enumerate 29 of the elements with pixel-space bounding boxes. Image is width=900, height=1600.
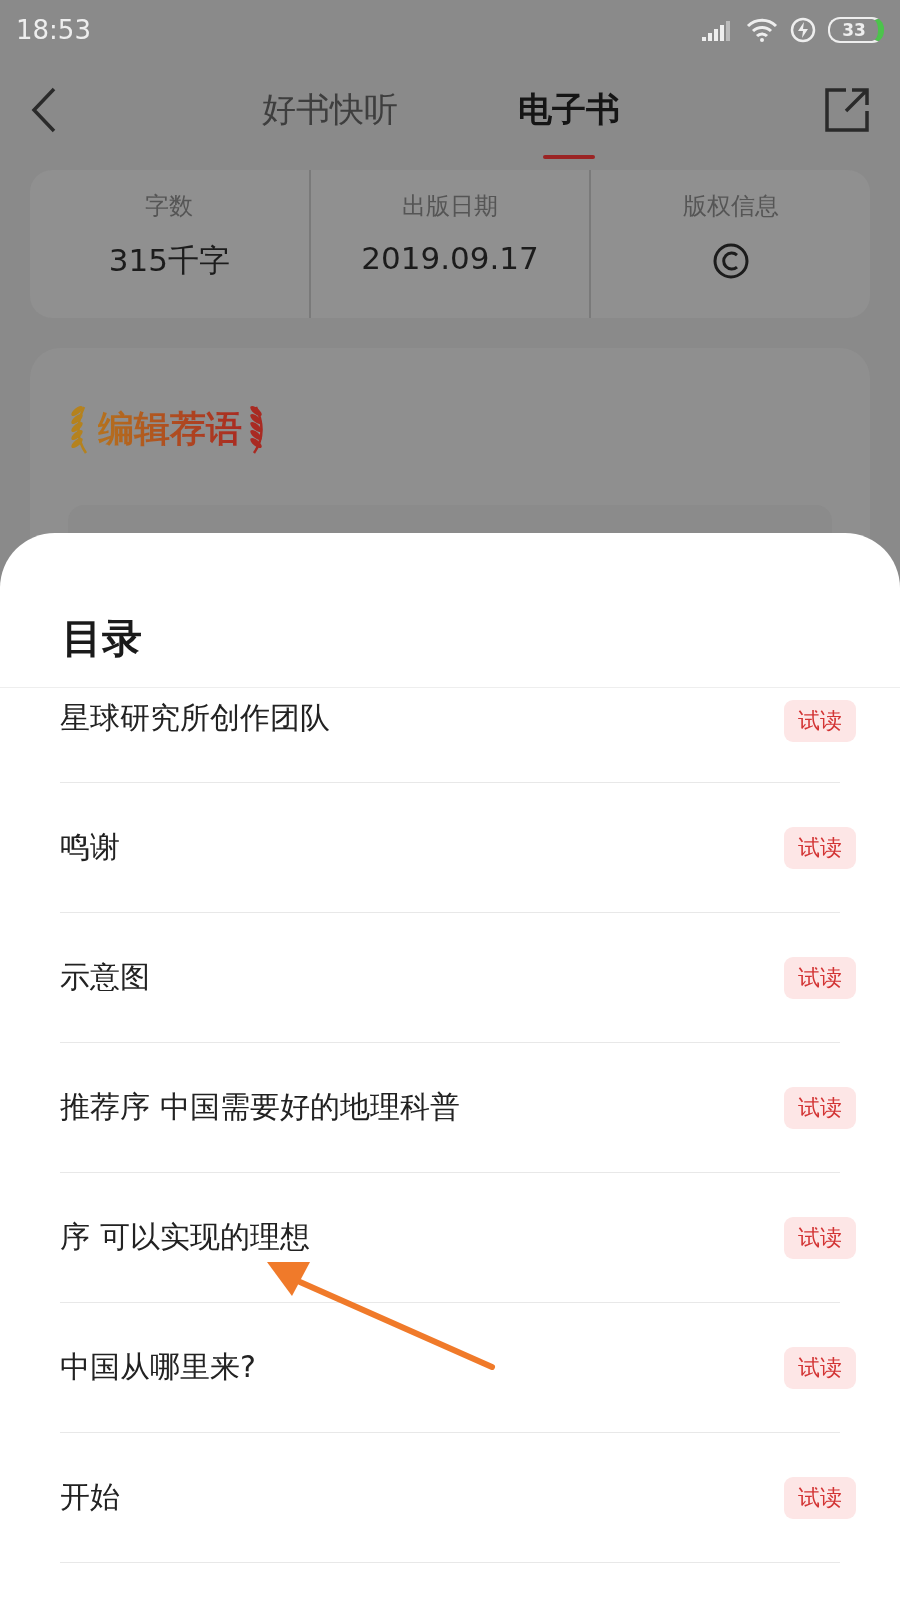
chapter-title[interactable]: 序 可以实现的理想: [60, 1217, 310, 1258]
wifi-icon: [746, 18, 778, 42]
trial-badge[interactable]: 试读: [784, 1346, 856, 1389]
trial-badge[interactable]: 试读: [784, 826, 856, 869]
copyright-icon: [711, 242, 750, 280]
stat-label: 出版日期: [402, 191, 498, 222]
chapter-title[interactable]: 推荐序 中国需要好的地理科普: [60, 1087, 460, 1128]
stat-label: 字数: [145, 191, 194, 222]
stat-value: 2019.09.17: [361, 240, 539, 276]
stat-value: 315千字: [108, 241, 230, 280]
chapter-title[interactable]: 开始: [60, 1477, 120, 1518]
chapter-title[interactable]: 鸣谢: [60, 827, 120, 868]
chapter-title[interactable]: 星球研究所创作团队: [60, 698, 330, 739]
share-icon[interactable]: [824, 87, 870, 133]
chapter-title[interactable]: 中国从哪里来?: [60, 1347, 256, 1388]
trial-badge[interactable]: 试读: [784, 700, 856, 742]
trial-badge[interactable]: 试读: [784, 1216, 856, 1259]
stat-label: 版权信息: [682, 191, 779, 222]
header-tab[interactable]: 好书快听: [262, 61, 398, 159]
sheet-title: 目录: [0, 533, 900, 688]
header-tab[interactable]: 电子书: [518, 61, 620, 159]
status-time: 18:53: [16, 15, 91, 45]
battery-level: 33: [828, 17, 884, 43]
back-icon[interactable]: [30, 87, 58, 133]
chapter-title[interactable]: 示意图: [60, 957, 150, 998]
trial-badge[interactable]: 试读: [784, 956, 856, 999]
charging-icon: [790, 17, 816, 43]
trial-badge[interactable]: 试读: [784, 1086, 856, 1129]
trial-badge[interactable]: 试读: [784, 1476, 856, 1519]
